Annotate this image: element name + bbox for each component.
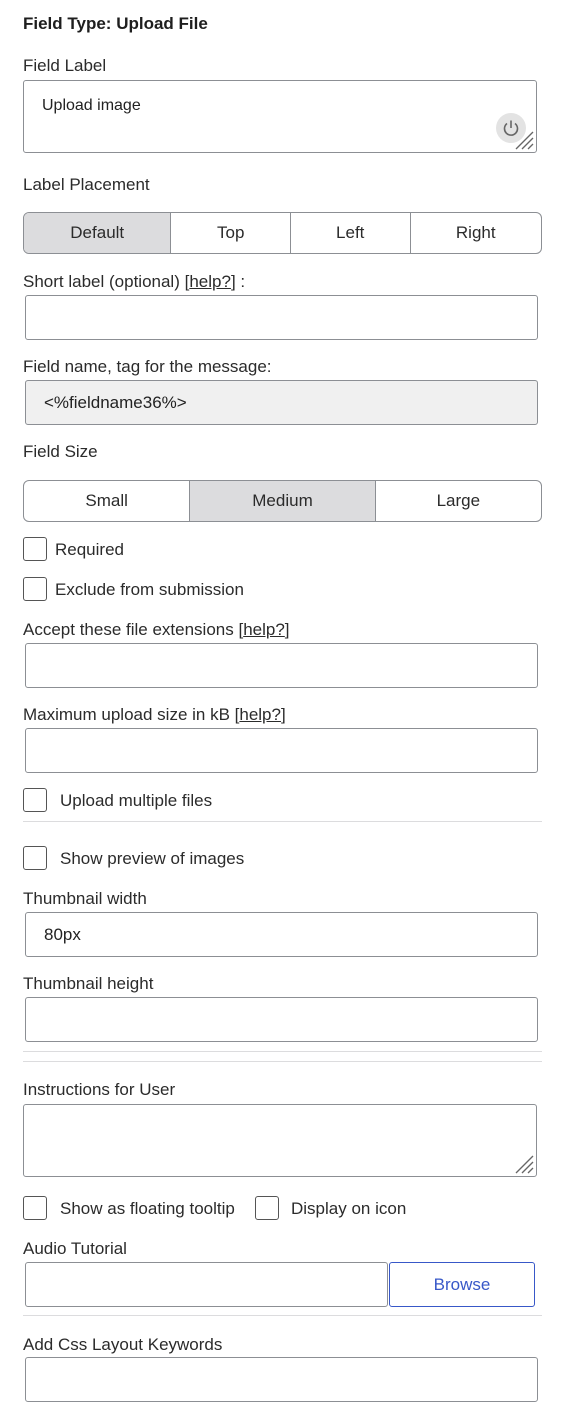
divider xyxy=(23,821,542,822)
thumb-height-input[interactable] xyxy=(25,997,538,1042)
field-label-value: Upload image xyxy=(42,97,141,114)
short-label-input[interactable] xyxy=(25,295,538,340)
field-label-textarea[interactable]: Upload image xyxy=(23,80,537,153)
placement-left-button[interactable]: Left xyxy=(289,213,410,253)
divider xyxy=(23,1061,542,1062)
required-label: Required xyxy=(55,540,124,559)
display-icon-label: Display on icon xyxy=(291,1199,407,1218)
preview-label: Show preview of images xyxy=(60,849,245,868)
display-icon-checkbox[interactable] xyxy=(255,1196,279,1220)
thumb-width-value: 80px xyxy=(44,925,81,944)
audio-tutorial-label: Audio Tutorial xyxy=(23,1239,127,1258)
multiple-checkbox[interactable] xyxy=(23,788,47,812)
thumb-width-label: Thumbnail width xyxy=(23,889,147,908)
placement-default-button[interactable]: Default xyxy=(24,213,171,253)
css-keywords-label: Add Css Layout Keywords xyxy=(23,1335,223,1354)
preview-checkbox[interactable] xyxy=(23,846,47,870)
panel-title: Field Type: Upload File xyxy=(23,14,208,33)
field-label-label: Field Label xyxy=(23,56,107,75)
multiple-label: Upload multiple files xyxy=(60,791,213,810)
browse-button[interactable]: Browse xyxy=(389,1262,535,1307)
field-size-group: Small Medium Large xyxy=(23,480,542,522)
extensions-help-link[interactable]: help? xyxy=(243,620,285,639)
field-name-input[interactable]: <%fieldname36%> xyxy=(25,380,538,425)
instructions-label: Instructions for User xyxy=(23,1080,176,1099)
required-checkbox[interactable] xyxy=(23,537,47,561)
size-small-button[interactable]: Small xyxy=(24,481,189,521)
tooltip-checkbox[interactable] xyxy=(23,1196,47,1220)
exclude-label: Exclude from submission xyxy=(55,580,244,599)
size-large-button[interactable]: Large xyxy=(374,481,541,521)
extensions-input[interactable] xyxy=(25,643,538,688)
thumb-height-label: Thumbnail height xyxy=(23,974,154,993)
max-size-input[interactable] xyxy=(25,728,538,773)
instructions-textarea[interactable] xyxy=(23,1104,537,1177)
label-placement-label: Label Placement xyxy=(23,175,150,194)
field-size-label: Field Size xyxy=(23,442,98,461)
label-placement-group: Default Top Left Right xyxy=(23,212,542,254)
placement-top-button[interactable]: Top xyxy=(170,213,290,253)
max-size-help-link[interactable]: help? xyxy=(239,705,281,724)
extensions-label: Accept these file extensions [help?] xyxy=(23,620,290,639)
size-medium-button[interactable]: Medium xyxy=(189,481,375,521)
css-keywords-input[interactable] xyxy=(25,1357,538,1402)
resize-handle-icon[interactable] xyxy=(512,1152,534,1174)
max-size-label: Maximum upload size in kB [help?] xyxy=(23,705,286,724)
resize-handle-icon[interactable] xyxy=(512,128,534,150)
divider xyxy=(23,1051,542,1052)
short-label-label: Short label (optional) [help?] : xyxy=(23,272,246,291)
placement-right-button[interactable]: Right xyxy=(409,213,542,253)
exclude-checkbox[interactable] xyxy=(23,577,47,601)
thumb-width-input[interactable]: 80px xyxy=(25,912,538,957)
audio-tutorial-input[interactable] xyxy=(25,1262,388,1307)
tooltip-label: Show as floating tooltip xyxy=(60,1199,235,1218)
short-label-help-link[interactable]: help? xyxy=(189,272,231,291)
divider xyxy=(23,1315,542,1316)
field-name-label: Field name, tag for the message: xyxy=(23,357,272,376)
field-name-value: <%fieldname36%> xyxy=(44,393,187,412)
